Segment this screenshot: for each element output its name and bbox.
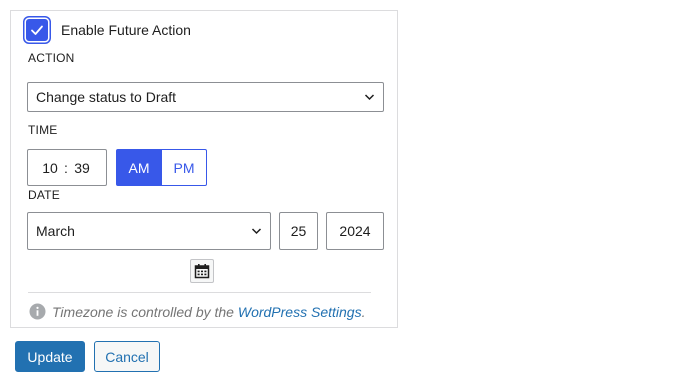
- time-minute-input[interactable]: 39: [72, 160, 92, 176]
- calendar-icon: [194, 264, 210, 279]
- action-select[interactable]: Change status to Draft: [27, 82, 384, 112]
- timezone-note: Timezone is controlled by the WordPress …: [29, 303, 365, 320]
- calendar-button[interactable]: [190, 259, 214, 283]
- timezone-period: .: [361, 303, 366, 320]
- cancel-button[interactable]: Cancel: [94, 341, 160, 372]
- ampm-toggle: AM PM: [116, 149, 207, 186]
- time-hour-input[interactable]: 10: [40, 160, 60, 176]
- action-section-label: ACTION: [28, 51, 75, 65]
- pm-button[interactable]: PM: [162, 149, 207, 186]
- wordpress-settings-link[interactable]: WordPress Settings: [238, 304, 362, 320]
- divider: [28, 292, 371, 293]
- year-input[interactable]: 2024: [326, 212, 384, 250]
- action-select-value: Change status to Draft: [36, 89, 177, 105]
- date-section-label: DATE: [28, 188, 60, 202]
- time-section-label: TIME: [28, 123, 58, 137]
- future-action-panel: Enable Future Action ACTION Change statu…: [10, 10, 398, 328]
- chevron-down-icon: [251, 228, 262, 235]
- update-button[interactable]: Update: [15, 341, 85, 372]
- info-icon: [29, 303, 46, 320]
- enable-future-action-checkbox[interactable]: [26, 18, 48, 41]
- time-separator: :: [64, 159, 68, 176]
- month-select[interactable]: March: [27, 212, 271, 250]
- time-input[interactable]: 10 : 39: [27, 149, 107, 186]
- timezone-text: Timezone is controlled by the: [52, 303, 234, 320]
- day-input[interactable]: 25: [279, 212, 318, 250]
- chevron-down-icon: [364, 94, 375, 101]
- am-button[interactable]: AM: [116, 149, 162, 186]
- enable-future-action-row[interactable]: Enable Future Action: [26, 16, 191, 43]
- checkmark-icon: [31, 25, 43, 35]
- month-select-value: March: [36, 223, 75, 239]
- enable-future-action-label: Enable Future Action: [61, 21, 191, 38]
